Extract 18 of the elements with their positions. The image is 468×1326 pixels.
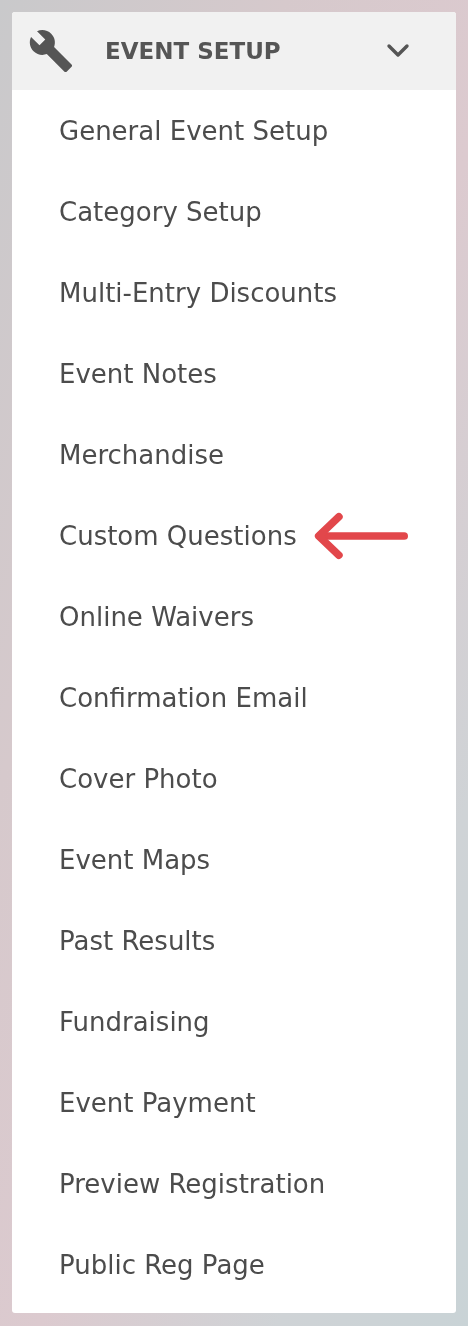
menu-item[interactable]: Event Maps — [59, 844, 211, 875]
menu-item[interactable]: Merchandise — [59, 439, 224, 470]
menu-item[interactable]: Online Waivers — [59, 601, 254, 632]
menu-item[interactable]: Event Payment — [59, 1087, 256, 1118]
menu-item[interactable]: Confirmation Email — [59, 682, 308, 713]
menu-item[interactable]: Fundraising — [59, 1006, 210, 1037]
menu-item[interactable]: General Event Setup — [59, 115, 329, 146]
section-header[interactable]: EVENT SETUP — [12, 12, 456, 90]
menu-item[interactable]: Past Results — [59, 925, 216, 956]
chevron-icon — [386, 43, 410, 59]
menu-item[interactable]: Category Setup — [59, 196, 262, 227]
menu-item[interactable]: Preview Registration — [59, 1168, 326, 1199]
menu-item[interactable]: Cover Photo — [59, 763, 218, 794]
menu-item[interactable]: Public Reg Page — [59, 1249, 265, 1280]
menu-item[interactable]: Custom Questions — [59, 520, 297, 551]
menu-item[interactable]: Event Notes — [59, 358, 217, 389]
menu-item[interactable]: Multi-Entry Discounts — [59, 277, 338, 308]
wrench-icon — [28, 28, 74, 74]
